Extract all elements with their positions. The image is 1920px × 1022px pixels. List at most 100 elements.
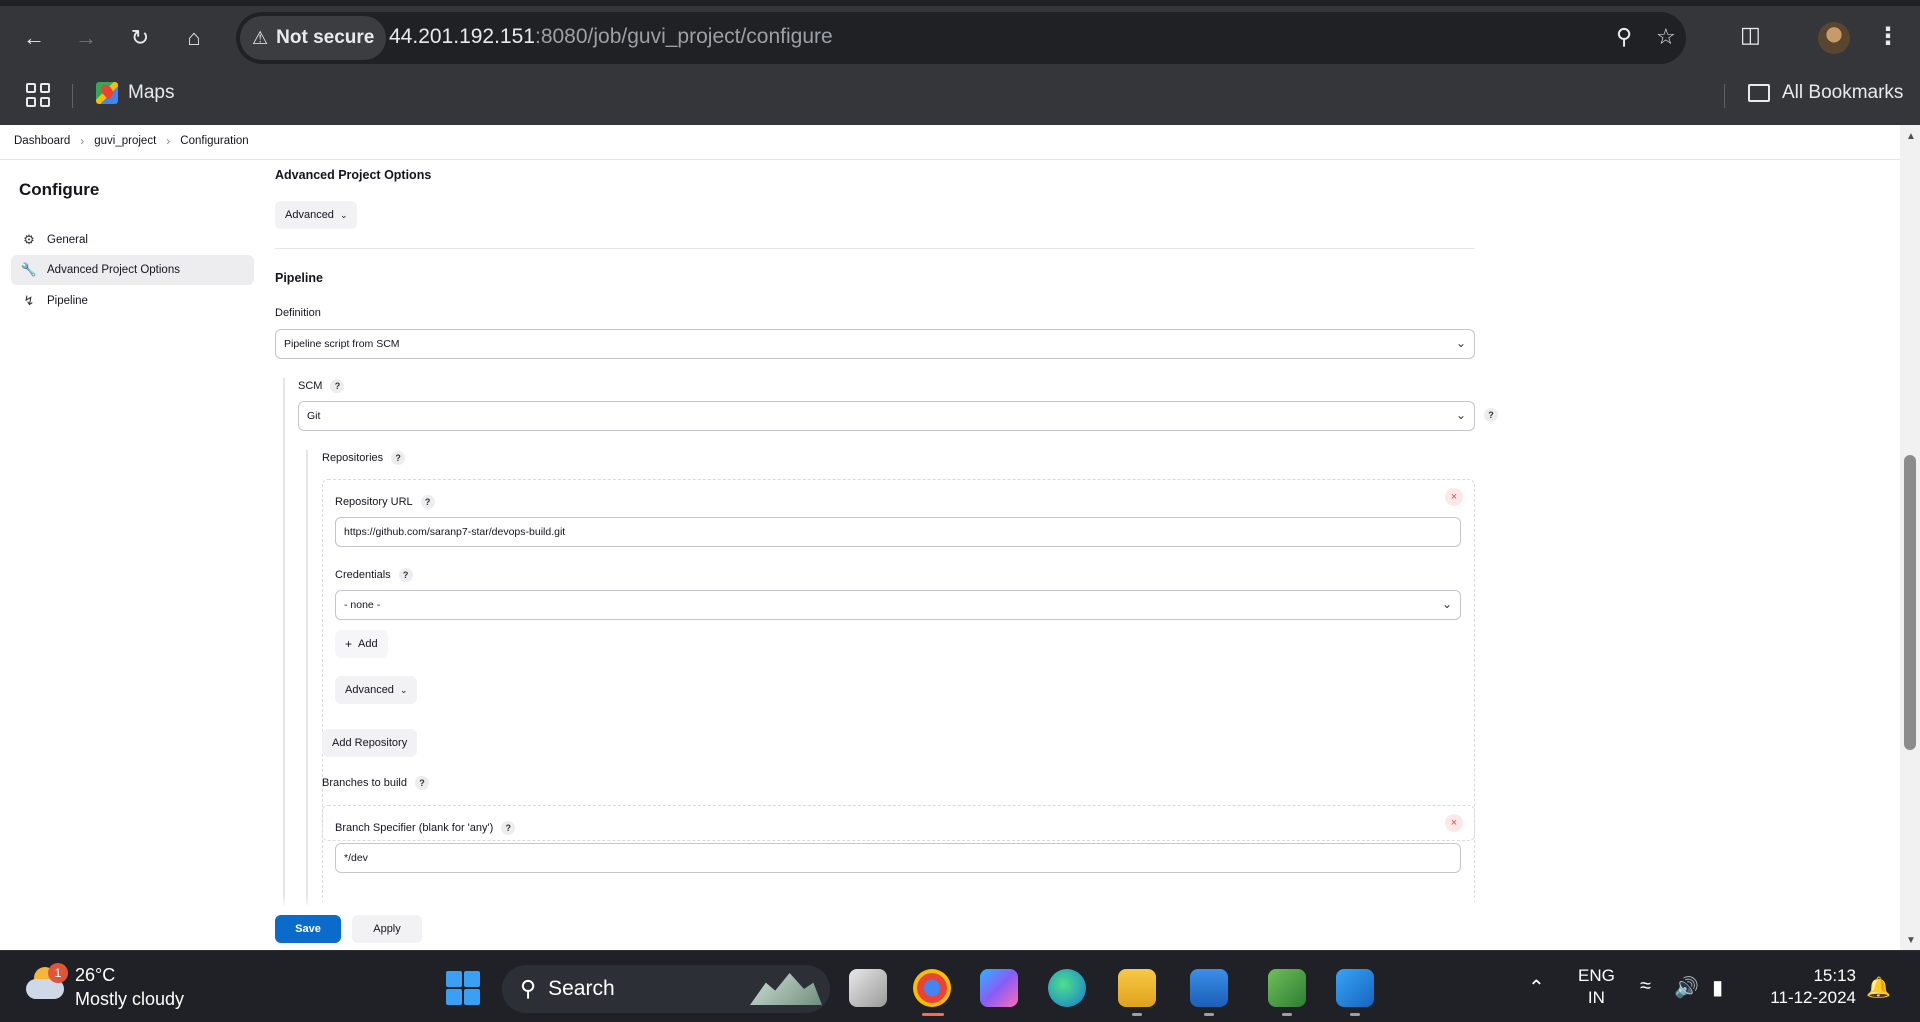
pipeline-icon: ↯ <box>23 293 35 308</box>
taskbar-search-label: Search <box>548 977 615 1000</box>
sidebar-item-advanced-project-options[interactable]: 🔧 Advanced Project Options <box>11 255 254 285</box>
photos-icon[interactable] <box>1336 969 1374 1007</box>
repositories-nesting-line <box>306 450 308 950</box>
scroll-up-arrow-icon[interactable]: ▲ <box>1906 131 1916 142</box>
notepad-icon[interactable] <box>1190 969 1228 1007</box>
chrome-active-indicator <box>922 1013 944 1016</box>
all-bookmarks-label: All Bookmarks <box>1782 82 1904 103</box>
reload-icon[interactable]: ↻ <box>124 22 156 54</box>
sidebar-title: Configure <box>19 180 100 199</box>
apps-grid-icon[interactable] <box>26 83 50 107</box>
breadcrumb-project[interactable]: guvi_project <box>94 135 156 147</box>
search-icon: ⚲ <box>520 976 537 1001</box>
battery-icon[interactable]: ▮ <box>1712 975 1723 1000</box>
remove-branch-icon[interactable]: × <box>1445 814 1463 832</box>
profile-avatar[interactable] <box>1818 22 1850 54</box>
chevron-down-icon: ⌄ <box>399 684 408 695</box>
breadcrumb: Dashboard › guvi_project › Configuration <box>14 134 249 148</box>
app-indicator <box>1204 1013 1214 1016</box>
home-icon[interactable]: ⌂ <box>178 22 210 54</box>
scm-select[interactable]: Git ⌄ <box>298 401 1475 431</box>
definition-select[interactable]: Pipeline script from SCM ⌄ <box>275 329 1475 359</box>
wifi-icon[interactable]: ≈ <box>1640 975 1651 998</box>
scrollbar-thumb[interactable] <box>1904 455 1916 750</box>
zoom-icon[interactable]: ⚲ <box>1616 24 1632 50</box>
branch-specifier-label-text: Branch Specifier (blank for 'any') <box>335 822 494 834</box>
windows-start-icon[interactable] <box>446 971 480 1005</box>
repo-advanced-button[interactable]: Advanced ⌄ <box>335 676 418 704</box>
weather-temp: 26°C <box>75 965 116 985</box>
help-icon[interactable]: ? <box>391 451 406 465</box>
clock-time: 15:13 <box>1813 966 1856 985</box>
help-icon[interactable]: ? <box>415 776 429 790</box>
language-indicator[interactable]: ENG IN <box>1578 965 1615 1009</box>
language-bottom: IN <box>1587 988 1605 1007</box>
sidebar-item-pipeline[interactable]: ↯ Pipeline <box>11 286 254 316</box>
sidebar-item-label: General <box>47 234 88 246</box>
forward-icon[interactable]: → <box>70 22 102 54</box>
clock[interactable]: 15:13 11-12-2024 <box>1760 965 1856 1009</box>
breadcrumb-divider <box>0 159 1900 160</box>
bookmarks-bar: Maps All Bookmarks <box>0 70 1920 125</box>
repo-url-input[interactable]: https://github.com/saranp7-star/devops-b… <box>335 517 1461 547</box>
advanced-button[interactable]: Advanced ⌄ <box>275 201 358 229</box>
repositories-label: Repositories ? <box>322 451 406 465</box>
volume-icon[interactable]: 🔊 <box>1674 975 1699 1000</box>
chevron-down-icon: ⌄ <box>1455 408 1466 422</box>
chevron-up-icon[interactable]: ⌃ <box>1528 975 1545 1000</box>
edge-icon[interactable] <box>1048 969 1086 1007</box>
app-indicator <box>1350 1013 1360 1016</box>
credentials-select[interactable]: - none - ⌄ <box>335 590 1461 620</box>
bookmark-maps[interactable]: Maps <box>96 82 174 104</box>
task-view-icon[interactable] <box>849 969 887 1007</box>
branch-specifier-label: Branch Specifier (blank for 'any') ? <box>335 821 516 835</box>
file-explorer-icon[interactable] <box>1118 969 1156 1007</box>
maps-icon <box>96 82 118 104</box>
menu-kebab-icon[interactable]: ⋮ <box>1876 22 1900 51</box>
weather-icon[interactable]: 1 <box>26 963 68 1003</box>
taskbar-search[interactable]: ⚲ Search <box>502 965 830 1013</box>
scroll-down-arrow-icon[interactable]: ▼ <box>1906 935 1916 946</box>
folder-icon <box>1748 84 1770 102</box>
bookmark-divider <box>72 84 73 108</box>
weather-widget[interactable]: 26°C Mostly cloudy <box>75 963 184 1011</box>
repo-advanced-label: Advanced <box>345 684 394 696</box>
chrome-icon[interactable] <box>913 969 951 1007</box>
help-icon[interactable]: ? <box>1484 408 1498 422</box>
scm-nesting-line <box>283 378 285 950</box>
definition-label-text: Definition <box>275 307 321 319</box>
help-icon[interactable]: ? <box>330 379 345 393</box>
notification-bell-icon[interactable]: 🔔 <box>1866 975 1891 1000</box>
security-chip[interactable]: ⚠ Not secure <box>240 16 387 60</box>
branch-specifier-input[interactable]: */dev <box>335 843 1461 873</box>
definition-select-value: Pipeline script from SCM <box>284 338 400 350</box>
pipeline-heading: Pipeline <box>275 271 323 285</box>
remove-repository-icon[interactable]: × <box>1445 488 1463 506</box>
page-scrollbar[interactable]: ▲ ▼ <box>1900 125 1920 950</box>
notepad-plus-plus-icon[interactable] <box>1268 969 1306 1007</box>
save-button[interactable]: Save <box>275 915 341 943</box>
credentials-label: Credentials ? <box>335 568 413 582</box>
breadcrumb-configuration[interactable]: Configuration <box>180 135 248 147</box>
extensions-icon[interactable]: ◫ <box>1740 22 1761 48</box>
sidebar-item-general[interactable]: ⚙ General <box>11 225 254 255</box>
star-icon[interactable]: ☆ <box>1656 24 1676 50</box>
url-text[interactable]: 44.201.192.151:8080/job/guvi_project/con… <box>389 25 833 49</box>
add-repository-button[interactable]: Add Repository <box>322 729 418 757</box>
help-icon[interactable]: ? <box>420 495 435 509</box>
add-repository-label: Add Repository <box>332 737 408 749</box>
help-icon[interactable]: ? <box>501 821 516 835</box>
definition-label: Definition <box>275 307 321 319</box>
copilot-icon[interactable] <box>980 969 1018 1007</box>
breadcrumb-dashboard[interactable]: Dashboard <box>14 135 70 147</box>
credentials-label-text: Credentials <box>335 569 391 581</box>
help-icon[interactable]: ? <box>398 568 413 582</box>
back-icon[interactable]: ← <box>18 22 50 54</box>
advanced-button-label: Advanced <box>285 209 334 221</box>
apply-button[interactable]: Apply <box>352 915 422 943</box>
repo-url-label-text: Repository URL <box>335 496 413 508</box>
all-bookmarks[interactable]: All Bookmarks <box>1748 82 1903 104</box>
branches-label-text: Branches to build <box>322 777 407 789</box>
add-credentials-button[interactable]: + Add <box>335 630 388 658</box>
address-bar[interactable]: ⚠ Not secure 44.201.192.151:8080/job/guv… <box>236 12 1686 64</box>
